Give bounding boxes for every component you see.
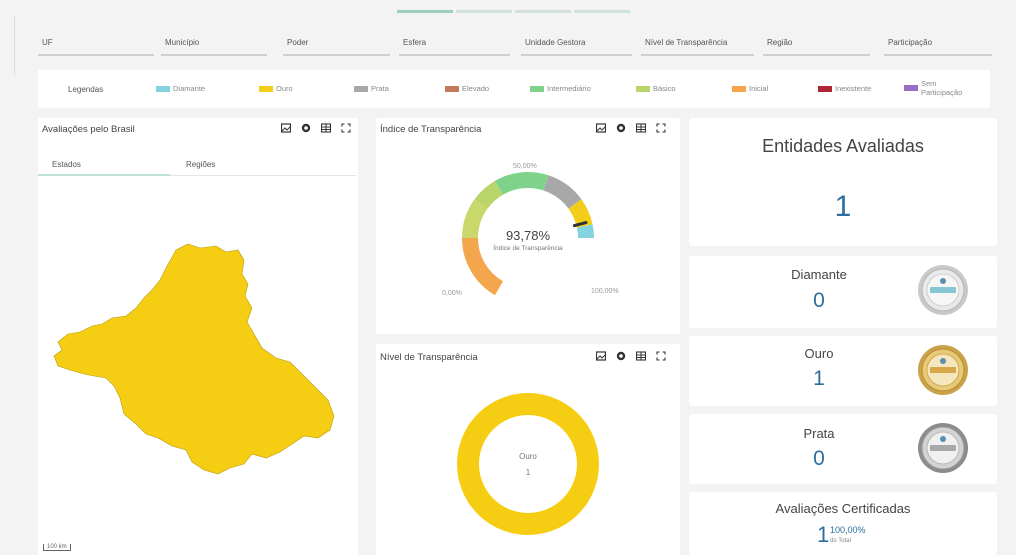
tab-estados[interactable]: Estados bbox=[52, 160, 81, 169]
prata-seal-icon bbox=[918, 423, 968, 473]
certified-card: Avaliações Certificadas 1 100,00% do Tot… bbox=[689, 492, 997, 555]
table-view-icon[interactable] bbox=[320, 122, 331, 133]
top-tab-indicator bbox=[397, 10, 453, 13]
filter-regi-o[interactable]: Região bbox=[763, 34, 870, 56]
legend-bar: Legendas Diamante Ouro Prata Elevado Interme… bbox=[38, 70, 990, 108]
legend-label: Prata bbox=[371, 84, 389, 93]
ouro-card: Ouro 1 bbox=[689, 336, 997, 406]
legend-swatch bbox=[818, 85, 832, 92]
gauge-mid-label: 50,00% bbox=[513, 163, 537, 170]
certified-value: 1 bbox=[817, 522, 830, 547]
diamante-card: Diamante 0 bbox=[689, 256, 997, 328]
entities-card: Entidades Avaliadas 1 bbox=[689, 118, 997, 246]
filter-munic-pio[interactable]: Município bbox=[161, 34, 267, 56]
legend-label: Diamante bbox=[173, 84, 206, 93]
tab-active-indicator bbox=[38, 174, 170, 176]
level-donut bbox=[457, 393, 599, 535]
fullscreen-icon[interactable] bbox=[340, 122, 351, 133]
legend-swatch bbox=[530, 85, 544, 92]
legend-swatch bbox=[156, 85, 170, 92]
filter-uf[interactable]: UF bbox=[38, 34, 154, 56]
filter-esfera[interactable]: Esfera bbox=[399, 34, 510, 56]
legend-label: Elevado bbox=[462, 84, 490, 93]
legend-label: Inexistente bbox=[835, 84, 872, 93]
map-tabs: Estados Regiões bbox=[38, 154, 356, 176]
map-panel-title: Avaliações pelo Brasil bbox=[42, 124, 135, 135]
legend-item: Básico bbox=[636, 84, 676, 93]
legend-swatch bbox=[259, 85, 273, 92]
legend-item: Diamante bbox=[156, 84, 205, 93]
top-tab-indicator bbox=[574, 10, 630, 13]
entities-title: Entidades Avaliadas bbox=[762, 136, 924, 156]
legend-item: Elevado bbox=[445, 84, 489, 93]
certified-percent-sub: do Total bbox=[830, 538, 851, 544]
donut-center-label: Ouro bbox=[519, 452, 537, 461]
legend-label: Ouro bbox=[276, 84, 293, 93]
legend-label: Intermediário bbox=[547, 84, 591, 93]
filter-poder[interactable]: Poder bbox=[283, 34, 390, 56]
legend-item: Inicial bbox=[732, 84, 768, 93]
gauge-segment bbox=[576, 224, 594, 239]
map-panel-toolbar bbox=[280, 122, 351, 133]
diamante-seal-icon bbox=[918, 265, 968, 315]
legend-swatch bbox=[732, 85, 746, 92]
state-map[interactable] bbox=[48, 238, 348, 488]
record-icon[interactable] bbox=[300, 122, 311, 133]
certified-percent: 100,00% bbox=[830, 525, 866, 535]
legend-item: Prata bbox=[354, 84, 389, 93]
legend-item: Ouro bbox=[259, 84, 293, 93]
legend-item: Sem Participação bbox=[904, 79, 963, 97]
legend-swatch bbox=[354, 85, 368, 92]
gauge-panel: Índice de Transparência 50,00% 0,00% 100… bbox=[376, 118, 680, 334]
ouro-seal-icon bbox=[918, 345, 968, 395]
donut-panel: Nível de Transparência Ouro 1 bbox=[376, 344, 680, 555]
map-panel: Avaliações pelo Brasil Estados Regiões 1… bbox=[38, 118, 358, 555]
legend-item: Inexistente bbox=[818, 84, 871, 93]
filter-n-vel-de-transpar-ncia[interactable]: Nível de Transparência bbox=[641, 34, 754, 56]
gauge-segment bbox=[543, 175, 582, 209]
top-progress-tabs bbox=[397, 10, 630, 13]
filter-unidade-gestora[interactable]: Unidade Gestora bbox=[521, 34, 632, 56]
legend-label: Sem Participação bbox=[921, 79, 963, 97]
legend-title: Legendas bbox=[68, 85, 104, 94]
donut-ring-gold bbox=[457, 393, 599, 535]
legend-label: Básico bbox=[653, 84, 676, 93]
tab-regioes[interactable]: Regiões bbox=[186, 160, 215, 169]
top-tab-indicator bbox=[456, 10, 512, 13]
legend-swatch bbox=[636, 85, 650, 92]
gauge-max-label: 100,00% bbox=[591, 288, 619, 295]
filter-participa-o[interactable]: Participação bbox=[884, 34, 992, 56]
filter-bar: UF Município Poder Esfera Unidade Gestora Nív… bbox=[38, 34, 994, 56]
prata-card: Prata 0 bbox=[689, 414, 997, 484]
gauge-subtitle: Índice de Transparência bbox=[493, 245, 563, 252]
image-download-icon[interactable] bbox=[280, 122, 291, 133]
certified-title: Avaliações Certificadas bbox=[775, 501, 911, 516]
left-divider bbox=[14, 15, 15, 75]
entities-value: 1 bbox=[834, 190, 852, 223]
gauge-segment bbox=[462, 199, 488, 239]
gauge-segment bbox=[474, 180, 504, 209]
legend-swatch bbox=[904, 85, 918, 91]
transparency-gauge bbox=[462, 172, 594, 296]
legend-swatch bbox=[445, 85, 459, 92]
legend-label: Inicial bbox=[749, 84, 769, 93]
gauge-segment bbox=[495, 172, 549, 195]
donut-center-value: 1 bbox=[525, 468, 531, 477]
top-tab-indicator bbox=[515, 10, 571, 13]
gauge-min-label: 0,00% bbox=[442, 290, 462, 297]
map-scale: 100 km bbox=[43, 544, 71, 551]
state-shape bbox=[53, 243, 335, 475]
gauge-value: 93,78% bbox=[505, 228, 551, 243]
legend-item: Intermediário bbox=[530, 84, 591, 93]
